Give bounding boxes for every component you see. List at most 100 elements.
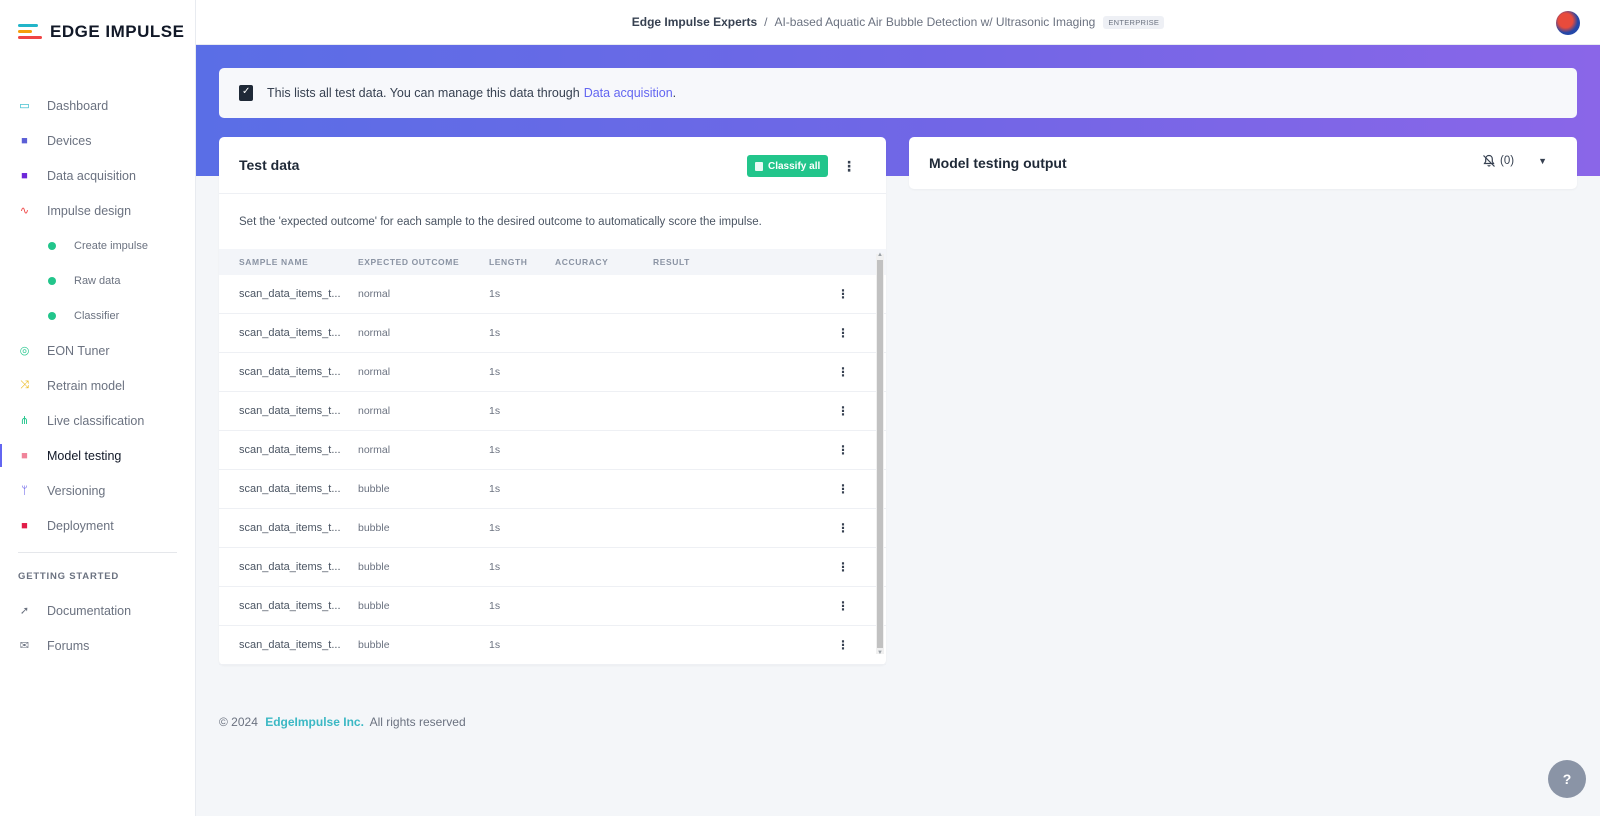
model-testing-output-title: Model testing output [929,155,1067,171]
sidebar-item-documentation[interactable]: ➚ Documentation [0,593,196,628]
chip-icon: ■ [21,134,28,147]
status-dot-icon [48,276,56,285]
scroll-down-icon[interactable]: ▼ [877,650,883,656]
compass-icon: ◎ [19,345,30,357]
test-data-card: Test data Classify all ⋮ Set the 'expect… [219,137,886,665]
monitor-icon: ▭ [19,100,30,112]
scroll-up-icon[interactable]: ▲ [877,252,883,258]
edge-impulse-logo[interactable]: EDGE IMPULSE [18,22,184,42]
row-options-icon[interactable]: ⋮ [833,520,853,536]
table-row[interactable]: scan_data_items_t... bubble 1s ⋮ [219,470,886,509]
expected-outcome-cell: bubble [358,600,390,612]
expected-outcome-cell: normal [358,366,391,378]
sidebar-divider [18,552,177,553]
cube-icon: ■ [21,519,28,532]
table-row[interactable]: scan_data_items_t... normal 1s ⋮ [219,275,886,314]
sidebar-item-devices[interactable]: ■ Devices [0,123,196,158]
column-header-result[interactable]: RESULT [653,257,833,267]
row-options-icon[interactable]: ⋮ [833,637,853,653]
sidebar-item-model-testing[interactable]: ■ Model testing [0,438,196,473]
sidebar-item-live-classification[interactable]: ⋔ Live classification [0,403,196,438]
row-options-icon[interactable]: ⋮ [833,325,853,341]
row-options-icon[interactable]: ⋮ [833,598,853,614]
expected-outcome-cell: bubble [358,639,390,651]
sidebar-subitem-create-impulse[interactable]: Create impulse [0,228,196,263]
table-row[interactable]: scan_data_items_t... normal 1s ⋮ [219,353,886,392]
sidebar-subitem-raw-data[interactable]: Raw data [0,263,196,298]
length-cell: 1s [489,639,501,651]
sample-name-cell: scan_data_items_t... [239,639,341,651]
sidebar-subitem-label: Create impulse [74,239,148,252]
sidebar: EDGE IMPULSE ▭ Dashboard ■ Devices ■ Data acq… [0,0,196,816]
row-options-icon[interactable]: ⋮ [833,286,853,302]
chevron-down-icon[interactable]: ▼ [1538,156,1547,166]
expected-outcome-cell: bubble [358,561,390,573]
sidebar-item-data-acquisition[interactable]: ■ Data acquisition [0,158,196,193]
info-suffix: . [672,86,677,100]
sidebar-item-deployment[interactable]: ■ Deployment [0,508,196,543]
user-avatar[interactable] [1556,11,1580,35]
table-scrollbar[interactable]: ▲ ▼ [876,252,884,656]
table-row[interactable]: scan_data_items_t... normal 1s ⋮ [219,431,886,470]
sidebar-item-label: Retrain model [47,378,125,393]
table-row[interactable]: scan_data_items_t... bubble 1s ⋮ [219,509,886,548]
sample-name-cell: scan_data_items_t... [239,405,341,417]
data-acquisition-link[interactable]: Data acquisition [584,86,673,100]
nodes-icon: ⋔ [19,415,30,427]
footer-company-link[interactable]: EdgeImpulse Inc. [265,715,364,729]
length-cell: 1s [489,444,501,456]
chat-icon: ✉ [19,640,30,652]
table-row[interactable]: scan_data_items_t... normal 1s ⋮ [219,392,886,431]
table-row[interactable]: scan_data_items_t... bubble 1s ⋮ [219,548,886,587]
row-options-icon[interactable]: ⋮ [833,481,853,497]
length-cell: 1s [489,561,501,573]
expected-outcome-cell: bubble [358,483,390,495]
row-options-icon[interactable]: ⋮ [833,364,853,380]
sidebar-item-label: Dashboard [47,98,109,113]
row-options-icon[interactable]: ⋮ [833,559,853,575]
row-options-icon[interactable]: ⋮ [833,403,853,419]
bell-off-icon [1483,154,1495,167]
column-header-expected-outcome[interactable]: EXPECTED OUTCOME [358,257,489,267]
sidebar-item-dashboard[interactable]: ▭ Dashboard [0,88,196,123]
sidebar-item-label: Deployment [47,518,114,533]
expected-outcome-cell: normal [358,405,391,417]
column-header-length[interactable]: LENGTH [489,257,555,267]
classify-all-button[interactable]: Classify all [747,155,829,177]
clipboard-icon: ■ [21,449,28,462]
column-header-accuracy[interactable]: ACCURACY [555,257,653,267]
breadcrumb-org[interactable]: Edge Impulse Experts [632,15,757,29]
length-cell: 1s [489,522,501,534]
enterprise-badge: ENTERPRISE [1103,15,1165,29]
table-row[interactable]: scan_data_items_t... bubble 1s ⋮ [219,626,886,665]
sidebar-item-forums[interactable]: ✉ Forums [0,628,196,663]
table-body: scan_data_items_t... normal 1s ⋮ scan_data_i… [219,275,886,665]
sidebar-item-impulse-design[interactable]: ∿ Impulse design [0,193,196,228]
sidebar-item-eon-tuner[interactable]: ◎ EON Tuner [0,333,196,368]
length-cell: 1s [489,288,501,300]
info-text: This lists all test data. You can manage… [267,86,580,100]
column-header-sample-name[interactable]: SAMPLE NAME [219,257,358,267]
sidebar-nav: ▭ Dashboard ■ Devices ■ Data acquisition ∿ Impu… [0,88,196,543]
sidebar-item-label: Documentation [47,603,132,618]
rocket-icon: ➚ [19,605,30,617]
more-options-icon[interactable]: ⋮ [841,158,857,174]
table-row[interactable]: scan_data_items_t... normal 1s ⋮ [219,314,886,353]
table-row[interactable]: scan_data_items_t... bubble 1s ⋮ [219,587,886,626]
scroll-thumb[interactable] [877,260,883,648]
row-options-icon[interactable]: ⋮ [833,442,853,458]
breadcrumb-project[interactable]: AI-based Aquatic Air Bubble Detection w/… [774,15,1095,29]
logo-text: EDGE IMPULSE [50,22,185,41]
sidebar-subitem-classifier[interactable]: Classifier [0,298,196,333]
sidebar-item-label: EON Tuner [47,343,110,358]
model-testing-output-header[interactable]: Model testing output (0) ▼ [909,137,1577,189]
sidebar-item-versioning[interactable]: ᛘ Versioning [0,473,196,508]
section-title-getting-started: GETTING STARTED [18,571,120,582]
output-controls: (0) ▼ [1482,154,1547,168]
length-cell: 1s [489,600,501,612]
help-button[interactable]: ? [1548,760,1586,798]
branch-icon: ᛘ [21,484,28,497]
sidebar-item-retrain-model[interactable]: ⤨ Retrain model [0,368,196,403]
notifications-toggle[interactable]: (0) [1482,154,1514,168]
test-data-description: Set the 'expected outcome' for each samp… [239,215,762,228]
